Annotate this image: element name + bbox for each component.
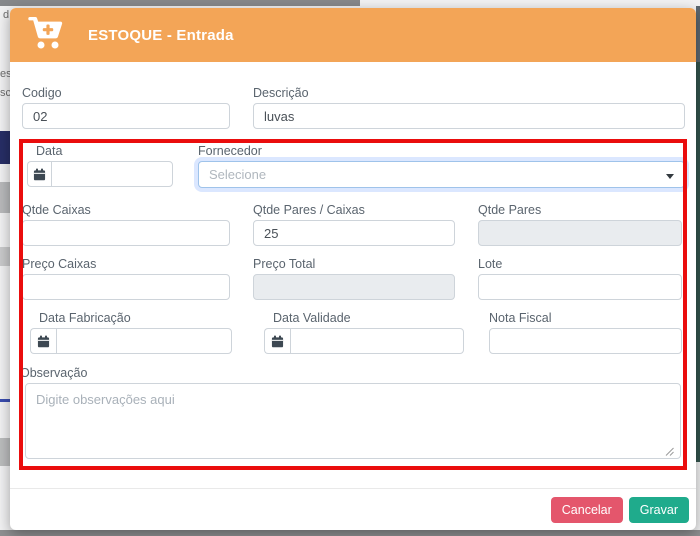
- preco-caixas-field: Preço Caixas: [22, 257, 230, 300]
- qtde-pares-caixas-label: Qtde Pares / Caixas: [253, 203, 455, 217]
- data-field: Data: [27, 144, 173, 187]
- background-block: [0, 530, 700, 536]
- codigo-input[interactable]: [22, 103, 230, 129]
- fornecedor-select[interactable]: Selecione: [198, 161, 685, 188]
- data-fabricacao-input[interactable]: [56, 328, 232, 354]
- data-validade-label: Data Validade: [264, 311, 464, 325]
- qtde-pares-label: Qtde Pares: [478, 203, 682, 217]
- data-fabricacao-label: Data Fabricação: [30, 311, 232, 325]
- preco-total-field: Preço Total: [253, 257, 455, 300]
- nota-fiscal-field: Nota Fiscal: [489, 311, 682, 354]
- stock-entry-modal: ESTOQUE - Entrada Codigo Descrição Data: [10, 8, 696, 530]
- qtde-pares-input: [478, 220, 682, 246]
- preco-total-input: [253, 274, 455, 300]
- codigo-field: Codigo: [22, 86, 230, 129]
- qtde-pares-field: Qtde Pares: [478, 203, 682, 246]
- data-label: Data: [27, 144, 173, 158]
- lote-label: Lote: [478, 257, 682, 271]
- background-block: [0, 247, 10, 266]
- calendar-icon[interactable]: [27, 161, 51, 187]
- calendar-icon[interactable]: [264, 328, 290, 354]
- data-fabricacao-field: Data Fabricação: [30, 311, 232, 354]
- cart-plus-icon: [26, 15, 66, 56]
- preco-caixas-input[interactable]: [22, 274, 230, 300]
- screen: d es sc ESTOQUE - Entrada Codigo: [0, 0, 700, 536]
- fornecedor-label: Fornecedor: [198, 144, 685, 158]
- preco-total-label: Preço Total: [253, 257, 455, 271]
- observacao-label: Observação: [20, 366, 682, 380]
- modal-title: ESTOQUE - Entrada: [88, 27, 234, 44]
- qtde-caixas-label: Qtde Caixas: [22, 203, 230, 217]
- background-text-fragment: d: [3, 9, 9, 21]
- background-block: [696, 62, 700, 462]
- save-button[interactable]: Gravar: [629, 497, 689, 523]
- background-block: [696, 6, 700, 62]
- descricao-field: Descrição: [253, 86, 685, 129]
- fornecedor-placeholder: Selecione: [209, 167, 266, 182]
- preco-caixas-label: Preço Caixas: [22, 257, 230, 271]
- nota-fiscal-input[interactable]: [489, 328, 682, 354]
- qtde-pares-caixas-input[interactable]: [253, 220, 455, 246]
- codigo-label: Codigo: [22, 86, 230, 100]
- fornecedor-field: Fornecedor Selecione: [198, 144, 685, 188]
- background-topbar: [0, 0, 360, 6]
- nota-fiscal-label: Nota Fiscal: [489, 311, 682, 325]
- background-block: [0, 399, 10, 402]
- lote-field: Lote: [478, 257, 682, 300]
- descricao-input[interactable]: [253, 103, 685, 129]
- qtde-caixas-input[interactable]: [22, 220, 230, 246]
- qtde-caixas-field: Qtde Caixas: [22, 203, 230, 246]
- descricao-label: Descrição: [253, 86, 685, 100]
- modal-footer: Cancelar Gravar: [10, 488, 696, 530]
- qtde-pares-caixas-field: Qtde Pares / Caixas: [253, 203, 455, 246]
- chevron-down-icon: [666, 174, 674, 179]
- cancel-button[interactable]: Cancelar: [551, 497, 623, 523]
- calendar-icon[interactable]: [30, 328, 56, 354]
- data-validade-field: Data Validade: [264, 311, 464, 354]
- observacao-textarea[interactable]: [25, 383, 681, 459]
- modal-header: ESTOQUE - Entrada: [10, 8, 696, 62]
- data-input[interactable]: [51, 161, 173, 187]
- background-block: [0, 182, 10, 213]
- observacao-field: Observação: [20, 366, 682, 464]
- background-block: [0, 131, 10, 164]
- background-block: [0, 438, 10, 466]
- data-validade-input[interactable]: [290, 328, 464, 354]
- lote-input[interactable]: [478, 274, 682, 300]
